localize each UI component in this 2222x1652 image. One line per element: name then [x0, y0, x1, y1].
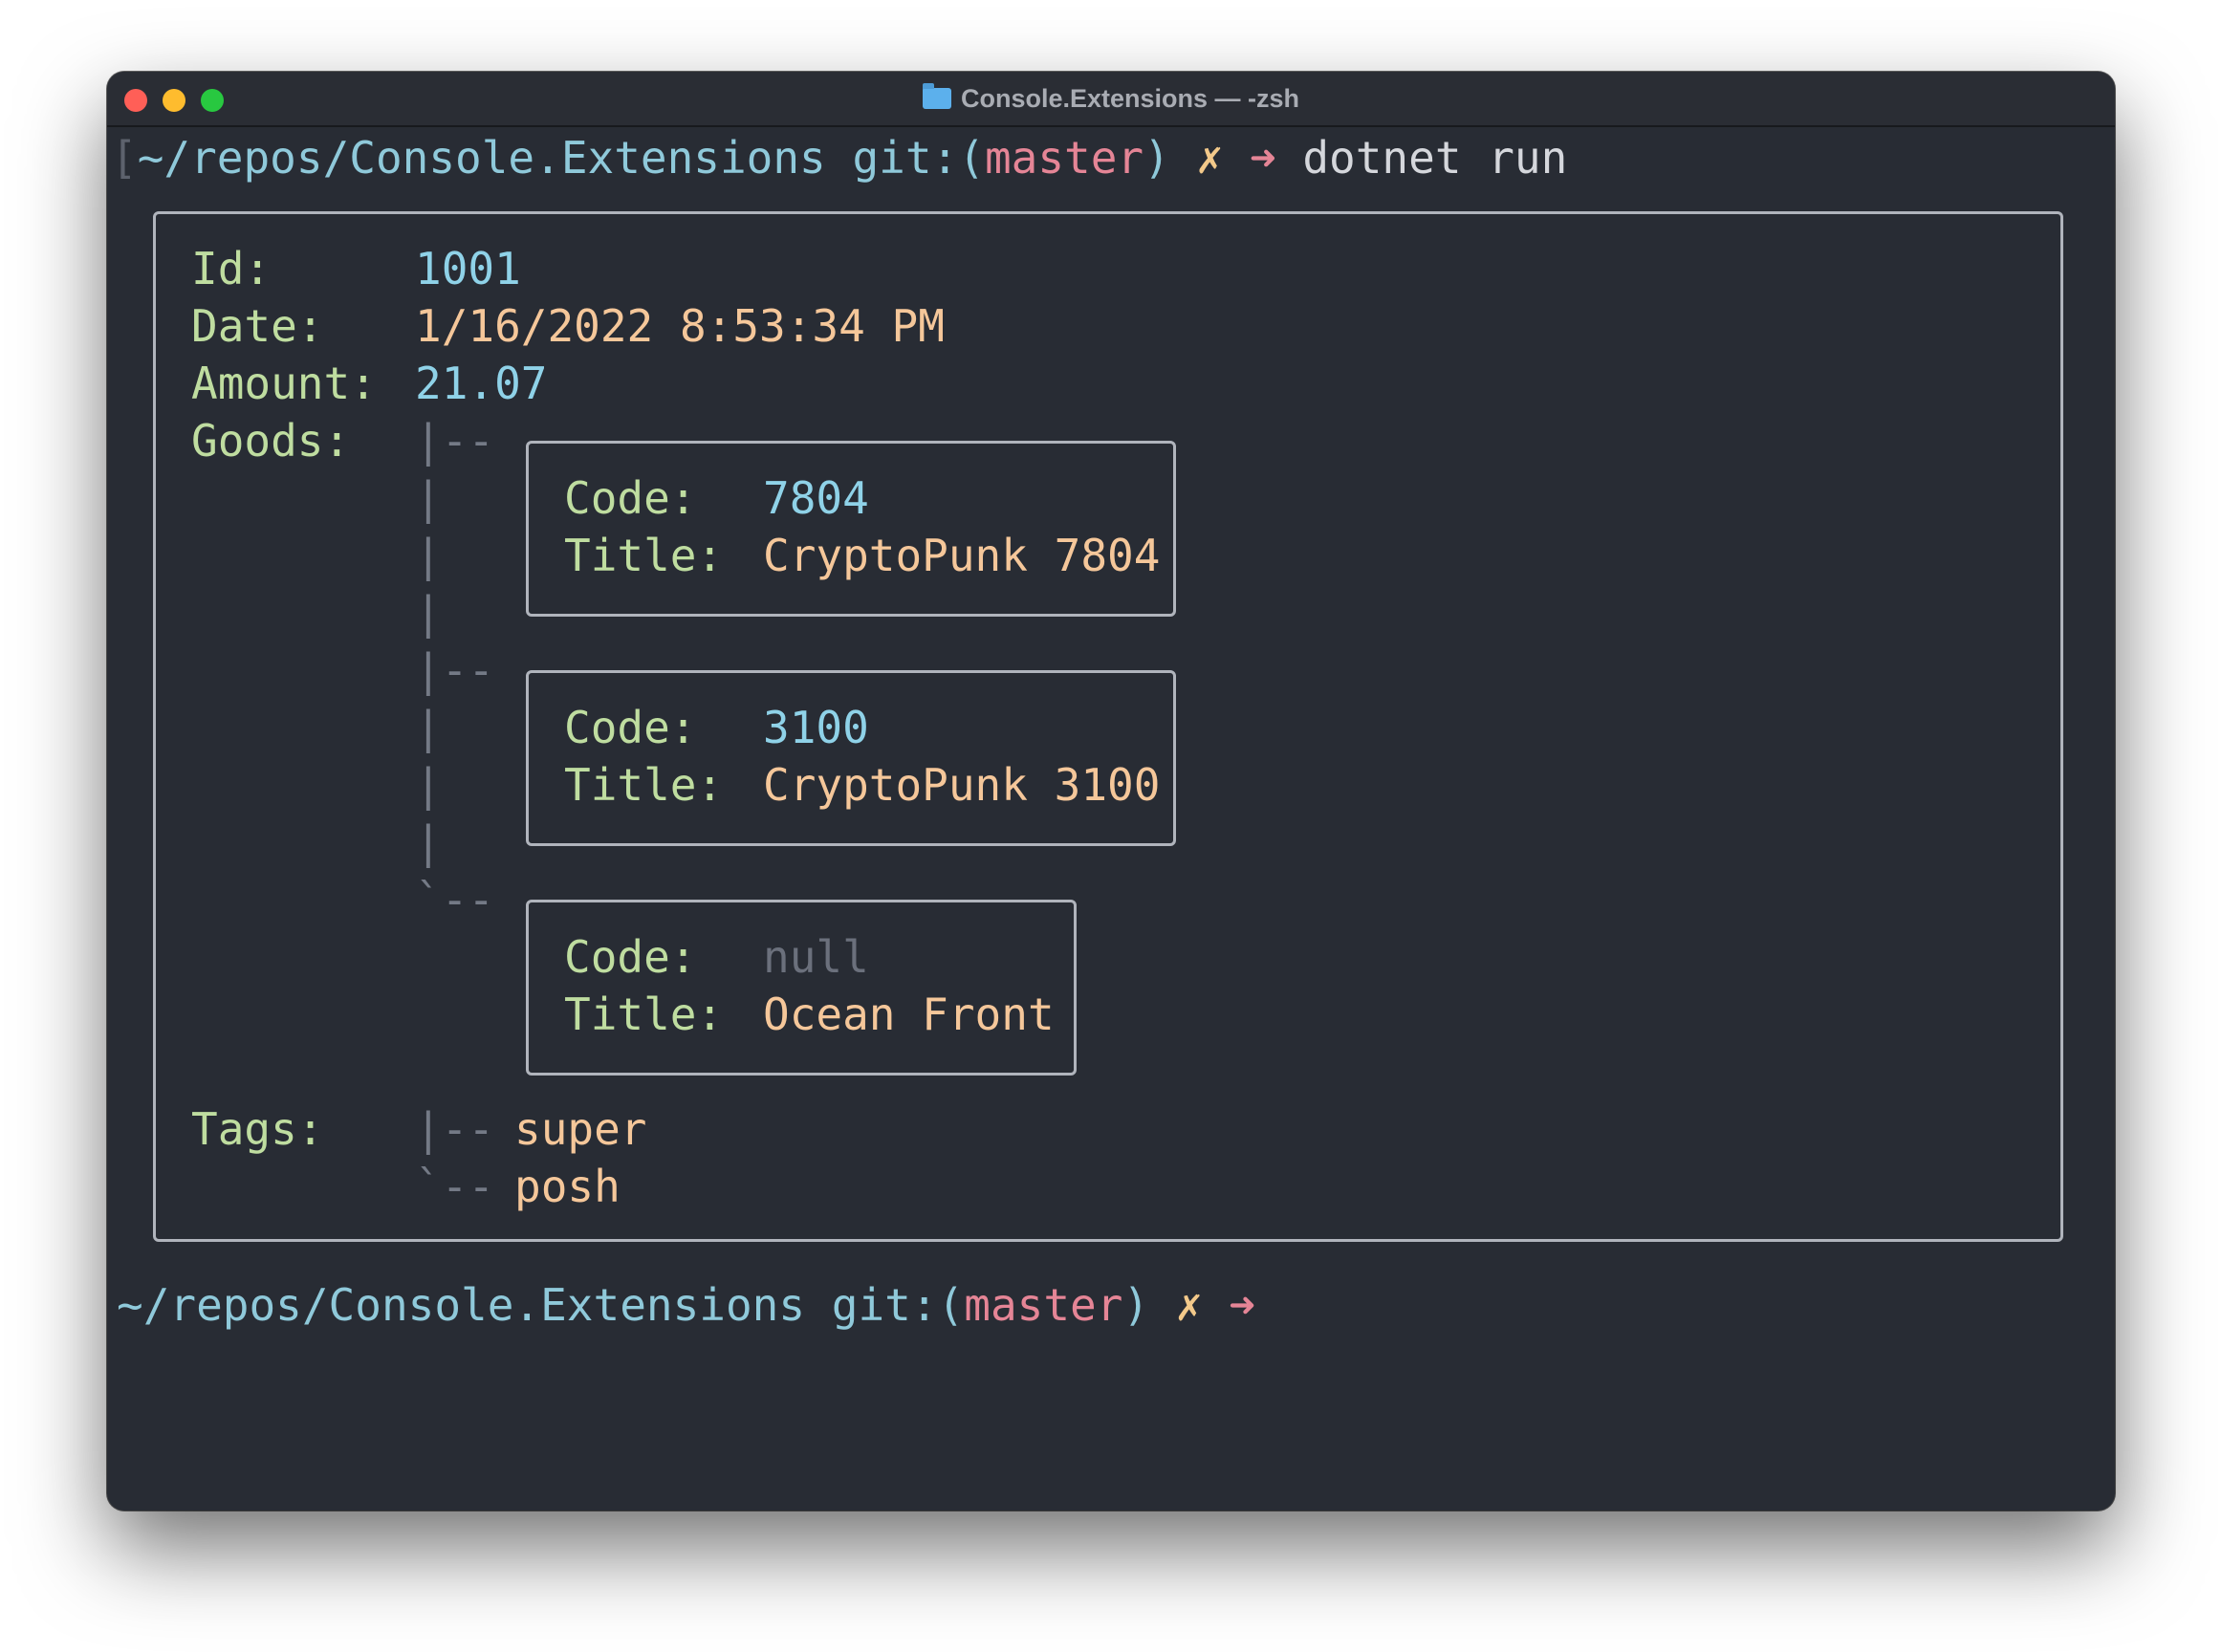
goods-code-value: 7804 — [763, 472, 869, 524]
tree-last: `-- — [415, 1161, 495, 1212]
prompt-dirty-mark: ✗ — [1196, 132, 1224, 184]
goods-title-label: Title: — [564, 530, 724, 581]
folder-icon — [922, 83, 951, 109]
goods-title-label: Title: — [564, 759, 724, 811]
prompt-git-prefix: git:( — [831, 1279, 965, 1331]
tree-branch: |-- — [415, 644, 495, 696]
goods-code-label: Code: — [564, 702, 697, 753]
tree-pipe: | — [415, 702, 442, 753]
tags-row: Tags: — [191, 1100, 323, 1158]
goods-title-label: Title: — [564, 989, 724, 1040]
tree-branch: |-- — [415, 415, 495, 467]
goods-title-value: Ocean Front — [763, 989, 1055, 1040]
tree-pipe: | — [415, 587, 442, 639]
prompt-arrow-icon: ➜ — [1229, 1279, 1255, 1331]
tree-pipe: | — [415, 759, 442, 811]
window-title-text: Console.Extensions — -zsh — [960, 83, 1300, 113]
tree-pipe: | — [415, 530, 442, 581]
prompt-git-suffix: ) — [1144, 132, 1170, 184]
prompt-line: [~/repos/Console.Extensions git:(master)… — [111, 132, 1568, 184]
prompt-git-suffix: ) — [1122, 1279, 1150, 1331]
goods-title-value: CryptoPunk 3100 — [763, 759, 1161, 811]
prompt-dirty-mark: ✗ — [1175, 1279, 1203, 1331]
amount-row: Amount: — [191, 355, 377, 412]
prompt-command: dotnet run — [1302, 132, 1568, 184]
goods-code-label: Code: — [564, 931, 697, 983]
date-row: Date: — [191, 297, 323, 355]
prompt-branch: master — [964, 1279, 1123, 1331]
goods-code-label: Code: — [564, 472, 697, 524]
prompt-path: ~/repos/Console.Extensions — [117, 1279, 806, 1331]
prompt-line: ~/repos/Console.Extensions git:(master) … — [117, 1276, 1255, 1334]
tags-label: Tags: — [191, 1103, 324, 1155]
title-bar[interactable]: Console.Extensions — -zsh — [107, 72, 2115, 127]
id-value: 1001 — [415, 243, 521, 294]
tag-item: posh — [514, 1161, 621, 1212]
prompt-git-prefix: git:( — [852, 132, 985, 184]
goods-row: Goods: — [191, 412, 350, 469]
id-label: Id: — [191, 243, 272, 294]
date-value: 1/16/2022 8:53:34 PM — [415, 300, 945, 352]
prompt-branch: master — [984, 132, 1144, 184]
id-row: Id: — [191, 240, 271, 297]
goods-code-value: 3100 — [763, 702, 869, 753]
window-title: Console.Extensions — -zsh — [107, 72, 2115, 125]
amount-value: 21.07 — [415, 358, 548, 409]
tree-branch: |-- — [415, 1103, 495, 1155]
tree-pipe: | — [415, 472, 442, 524]
goods-label: Goods: — [191, 415, 351, 467]
terminal-window[interactable]: Console.Extensions — -zsh [~/repos/Conso… — [107, 72, 2115, 1511]
tree-last: `-- — [415, 874, 495, 925]
date-label: Date: — [191, 300, 324, 352]
prompt-arrow-icon: ➜ — [1249, 132, 1276, 184]
prompt-path: ~/repos/Console.Extensions — [137, 132, 826, 184]
terminal-output[interactable]: [~/repos/Console.Extensions git:(master)… — [107, 125, 2115, 1511]
tag-item: super — [514, 1103, 647, 1155]
goods-title-value: CryptoPunk 7804 — [763, 530, 1161, 581]
amount-label: Amount: — [191, 358, 377, 409]
goods-code-value: null — [763, 931, 869, 983]
tree-pipe: | — [415, 816, 442, 868]
